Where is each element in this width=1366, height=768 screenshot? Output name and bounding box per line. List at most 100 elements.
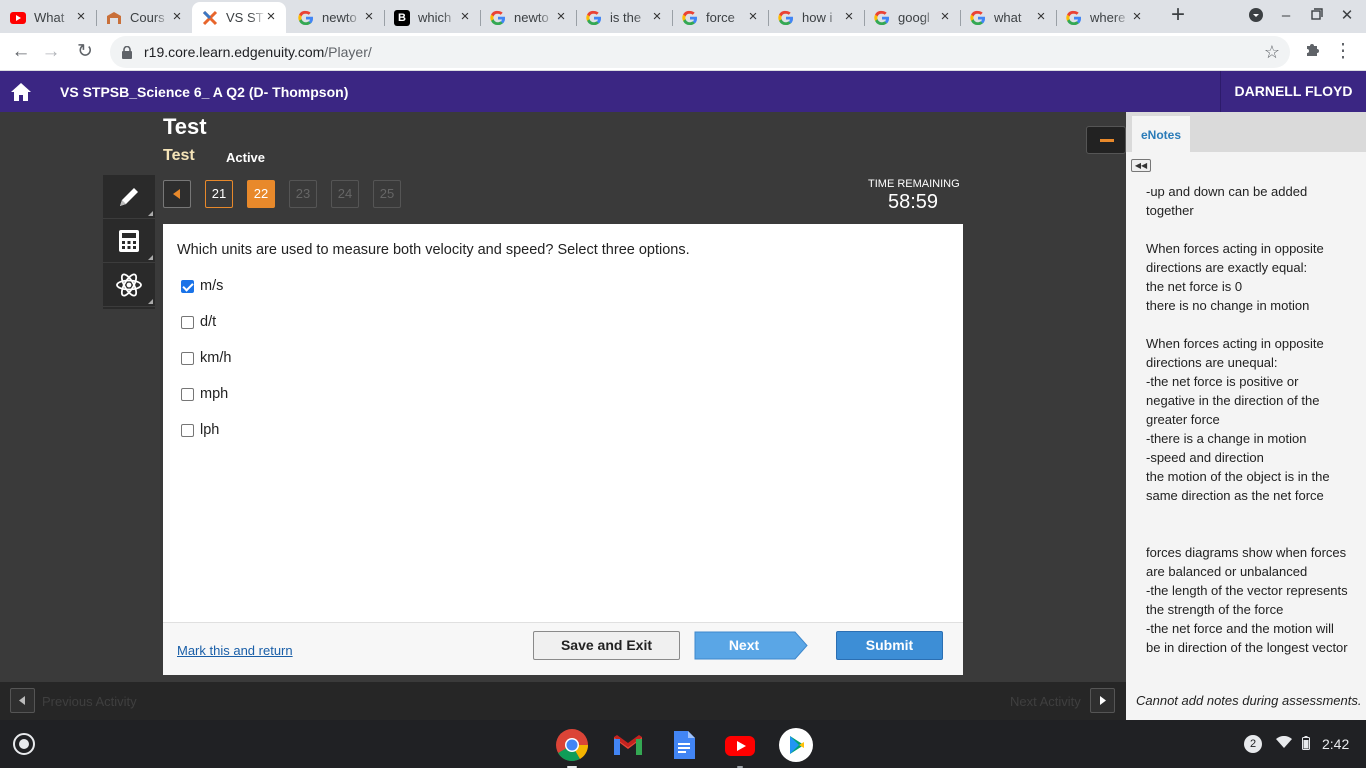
close-tab-icon[interactable]: × <box>74 9 88 24</box>
answer-option[interactable]: m/s <box>181 278 223 294</box>
answer-label: d/t <box>200 314 217 330</box>
enotes-header: eNotes <box>1126 112 1366 152</box>
question-number-21[interactable]: 21 <box>205 180 233 208</box>
note-line: the strength of the force <box>1146 602 1284 617</box>
note-line: same direction as the net force <box>1146 488 1324 503</box>
collapse-notes-button[interactable] <box>1086 126 1126 154</box>
highlighter-tool[interactable] <box>103 175 155 219</box>
close-tab-icon[interactable]: × <box>554 9 568 24</box>
tab-6[interactable]: newto × <box>480 2 576 33</box>
close-tab-icon[interactable]: × <box>1034 9 1048 24</box>
note-line: negative in the direction of the <box>1146 393 1320 408</box>
close-tab-icon[interactable]: × <box>842 9 856 24</box>
note-line: -there is a change in motion <box>1146 431 1307 446</box>
back-icon[interactable]: ← <box>8 39 34 65</box>
close-tab-icon[interactable]: × <box>264 9 278 24</box>
play-store-icon[interactable] <box>779 728 813 762</box>
browser-tab-strip: What × Cours × VS ST × newto × Bwhich × newto × is t… <box>0 0 1366 33</box>
tab-7[interactable]: is the × <box>576 2 672 33</box>
tab-10[interactable]: googl × <box>864 2 960 33</box>
extensions-icon[interactable] <box>1300 39 1326 65</box>
submit-button[interactable]: Submit <box>836 631 943 660</box>
timer-label: TIME REMAINING <box>868 178 960 190</box>
close-tab-icon[interactable]: × <box>1130 9 1144 24</box>
rewind-icon[interactable]: ◀◀ <box>1131 159 1151 172</box>
answer-label: lph <box>200 422 220 438</box>
next-button[interactable]: Next <box>694 631 808 660</box>
question-number-22[interactable]: 22 <box>247 180 275 208</box>
forward-icon[interactable]: → <box>38 39 64 65</box>
note-line: -speed and direction <box>1146 450 1264 465</box>
previous-question-button[interactable] <box>163 180 191 208</box>
answer-option[interactable]: km/h <box>181 350 231 366</box>
next-button-label: Next <box>728 637 760 653</box>
address-bar[interactable]: r19.core.learn.edgenuity.com/Player/ <box>110 36 1290 68</box>
answer-checkbox[interactable] <box>181 423 194 437</box>
answer-option[interactable]: lph <box>181 422 219 438</box>
close-window-icon[interactable]: ✕ <box>1338 7 1356 25</box>
status-tray[interactable]: 2 2:42 <box>1244 720 1349 768</box>
tab-8[interactable]: force × <box>672 2 768 33</box>
tab-enotes[interactable]: eNotes <box>1132 116 1190 152</box>
chrome-icon[interactable] <box>555 728 589 768</box>
next-activity-label: Next Activity <box>1010 694 1081 709</box>
tab-search-icon[interactable] <box>1247 7 1265 25</box>
tab-9[interactable]: how i × <box>768 2 864 33</box>
close-tab-icon[interactable]: × <box>650 9 664 24</box>
enotes-panel: eNotes ◀◀ -up and down can be added toget… <box>1126 112 1366 682</box>
periodic-table-tool[interactable] <box>103 263 155 307</box>
next-activity-button[interactable] <box>1090 688 1115 713</box>
calculator-icon <box>119 229 139 252</box>
launcher-icon[interactable] <box>13 733 35 755</box>
tab-11[interactable]: what × <box>960 2 1056 33</box>
brainly-icon: B <box>394 9 410 26</box>
more-menu-icon[interactable]: ⋮ <box>1330 39 1356 65</box>
pencil-icon <box>120 187 138 206</box>
page-title: Test <box>163 114 207 139</box>
tab-3[interactable]: VS ST × <box>192 2 286 33</box>
close-tab-icon[interactable]: × <box>362 9 376 24</box>
calculator-tool[interactable] <box>103 219 155 263</box>
close-tab-icon[interactable]: × <box>938 9 952 24</box>
save-and-exit-button[interactable]: Save and Exit <box>533 631 680 660</box>
tab-12[interactable]: where × <box>1056 2 1152 33</box>
answer-checkbox[interactable] <box>181 279 194 293</box>
bookmark-star-icon[interactable]: ☆ <box>1259 39 1285 65</box>
tab-4[interactable]: newto × <box>288 2 384 33</box>
answer-option[interactable]: d/t <box>181 314 216 330</box>
tab-1[interactable]: What × <box>0 2 96 33</box>
close-tab-icon[interactable]: × <box>458 9 472 24</box>
close-tab-icon[interactable]: × <box>746 9 760 24</box>
tab-2[interactable]: Cours × <box>96 2 192 33</box>
user-name[interactable]: DARNELL FLOYD <box>1220 71 1366 112</box>
tab-title: Cours <box>130 10 165 25</box>
docs-icon[interactable] <box>667 728 701 762</box>
google-icon <box>778 10 794 26</box>
note-line <box>1146 220 1361 239</box>
gmail-icon[interactable] <box>611 728 645 762</box>
restore-icon[interactable] <box>1308 7 1326 25</box>
note-line <box>1146 524 1361 543</box>
close-tab-icon[interactable]: × <box>170 9 184 24</box>
home-icon <box>11 82 31 101</box>
test-area: Test Test Active 21 22 23 24 25 TIME REMAINI… <box>0 112 1126 682</box>
wifi-icon <box>1276 735 1292 752</box>
new-tab-button[interactable]: + <box>1168 3 1188 28</box>
battery-icon <box>1302 735 1310 753</box>
answer-checkbox[interactable] <box>181 351 194 365</box>
answer-checkbox[interactable] <box>181 315 194 329</box>
tab-title: newto <box>514 10 549 25</box>
answer-option[interactable]: mph <box>181 386 228 402</box>
tab-5[interactable]: Bwhich × <box>384 2 480 33</box>
minimize-icon[interactable]: – <box>1277 7 1295 25</box>
home-button[interactable] <box>0 71 42 112</box>
mark-and-return-link[interactable]: Mark this and return <box>177 643 293 658</box>
reload-icon[interactable]: ↻ <box>72 39 98 65</box>
previous-activity-label: Previous Activity <box>42 694 137 709</box>
google-icon <box>682 10 698 26</box>
note-line: directions are unequal: <box>1146 355 1278 370</box>
notification-badge[interactable]: 2 <box>1244 735 1262 753</box>
youtube-icon[interactable] <box>723 728 757 768</box>
answer-checkbox[interactable] <box>181 387 194 401</box>
previous-activity-button[interactable] <box>10 688 35 713</box>
